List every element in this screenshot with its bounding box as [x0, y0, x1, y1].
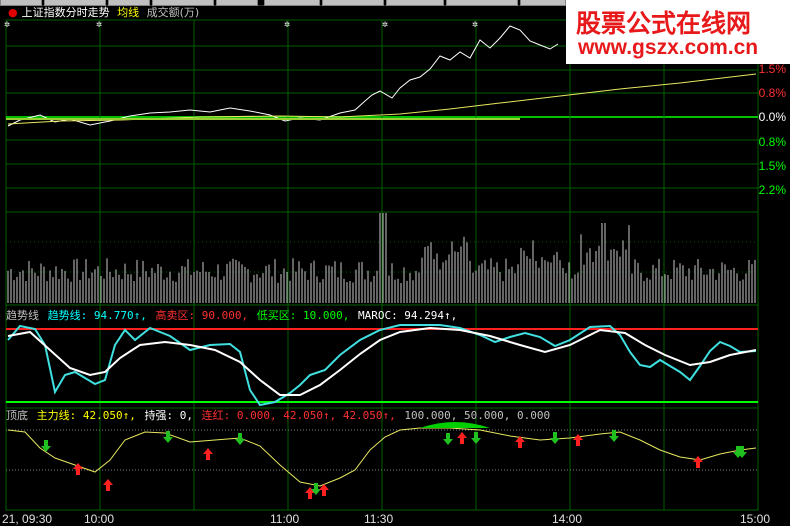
- topbottom-indicator-legend: 顶底 主力线: 42.050↑, 持强: 0, 连红: 0.000, 42.05…: [6, 409, 552, 423]
- trend-indicator-legend: 趋势线 趋势线: 94.770↑, 高卖区: 90.000, 低买区: 10.0…: [6, 309, 459, 323]
- arrow-up-icon: [457, 432, 467, 444]
- info-mine-icon[interactable]: ✲: [284, 19, 290, 30]
- main-force-value: 主力线: 42.050↑,: [36, 409, 136, 422]
- volume-label: 成交额(万): [146, 6, 200, 19]
- pct-label-down-3: 2.2%: [758, 183, 786, 197]
- pct-label-up-1: 1.5%: [758, 62, 786, 76]
- arrow-down-icon: [235, 433, 245, 445]
- arrow-down-icon: [443, 433, 453, 445]
- watermark-url: www.gszx.com.cn: [578, 36, 759, 59]
- info-mine-icon[interactable]: ✲: [472, 19, 478, 30]
- arrow-down-icon: [550, 432, 560, 444]
- pct-label-down-2: 1.5%: [758, 159, 786, 173]
- watermark-logo: 股票公式在线网 www.gszx.com.cn: [566, 0, 790, 64]
- arrow-up-icon: [103, 479, 113, 491]
- info-mine-icon[interactable]: ✲: [382, 19, 388, 30]
- trend-indicator-name[interactable]: 趋势线: [6, 309, 39, 322]
- chart-title: 上证指数分时走势: [21, 6, 110, 19]
- trend-line-value: 趋势线: 94.770↑,: [47, 309, 147, 322]
- pct-label-zero: 0.0%: [758, 110, 786, 124]
- maroc-value: MAROC: 94.294↑,: [357, 309, 458, 322]
- arrow-up-icon: [693, 456, 703, 468]
- pct-label-up-2: 0.8%: [758, 86, 786, 100]
- low-buy-value: 低买区: 10.000,: [256, 309, 350, 322]
- chart-title-bar: ● 上证指数分时走势 均线 成交额(万): [8, 5, 199, 21]
- ma-label: 均线: [117, 6, 140, 19]
- red-streak-value: 连红: 0.000, 42.050↑, 42.050↑,: [201, 409, 396, 422]
- intraday-chart[interactable]: [0, 0, 790, 524]
- arrow-up-icon: [573, 434, 583, 446]
- strong-value: 持强: 0,: [144, 409, 193, 422]
- topbottom-indicator-name[interactable]: 顶底: [6, 409, 28, 422]
- chart-grid: [5, 19, 759, 511]
- arrow-down-icon: [471, 432, 481, 444]
- arrow-up-icon: [305, 487, 315, 499]
- pct-label-down-1: 0.8%: [758, 135, 786, 149]
- arrow-up-icon: [203, 448, 213, 460]
- high-sell-value: 高卖区: 90.000,: [155, 309, 249, 322]
- extra-values: 100.000, 50.000, 0.000: [404, 409, 551, 422]
- info-mine-icon[interactable]: ✲: [96, 19, 102, 30]
- menu-icon[interactable]: ●: [8, 6, 18, 19]
- watermark-title: 股票公式在线网: [576, 9, 752, 38]
- info-mine-icon[interactable]: ✲: [4, 19, 10, 30]
